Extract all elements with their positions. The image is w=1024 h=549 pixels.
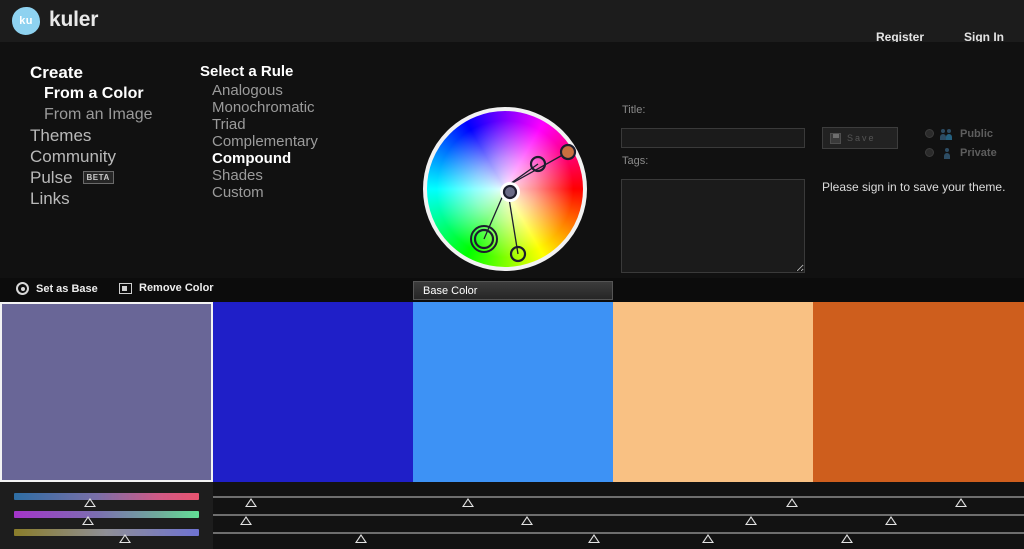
swatch-slider-strip: [0, 482, 1024, 549]
brand-title: kuler: [49, 8, 99, 31]
slider-column-2: [213, 482, 413, 549]
nav-item-pulse[interactable]: Pulse BETA: [30, 167, 190, 188]
kuler-app: ku kuler Register Sign In Create From a …: [0, 0, 1024, 549]
rule-item-triad[interactable]: Triad: [200, 116, 400, 133]
brightness-slider-handle[interactable]: [841, 534, 854, 543]
private-label: Private: [960, 146, 997, 159]
public-radio[interactable]: [925, 129, 934, 138]
brightness-slider[interactable]: [213, 532, 413, 534]
saturation-slider[interactable]: [413, 514, 613, 516]
tags-label: Tags:: [622, 155, 649, 167]
saturation-slider-handle[interactable]: [744, 516, 757, 525]
set-as-base-label: Set as Base: [36, 282, 98, 295]
swatch-2[interactable]: [213, 302, 413, 482]
save-button[interactable]: Save: [822, 127, 898, 149]
rule-item-analogous[interactable]: Analogous: [200, 82, 400, 99]
remove-color-button[interactable]: Remove Color: [119, 282, 214, 294]
marker-orange[interactable]: [559, 143, 577, 161]
swatch-strip: [0, 302, 1024, 482]
privacy-options: Public Private: [925, 124, 997, 162]
color-wheel[interactable]: [423, 107, 587, 271]
hue-slider-handle[interactable]: [954, 498, 967, 507]
sign-in-notice: Please sign in to save your theme.: [822, 180, 1006, 194]
base-color-tab[interactable]: Base Color: [413, 281, 613, 300]
rule-item-shades[interactable]: Shades: [200, 167, 400, 184]
hue-slider-handle[interactable]: [83, 498, 96, 507]
rule-selector-title: Select a Rule: [200, 63, 294, 80]
color-wheel-markers[interactable]: [423, 107, 587, 271]
kuler-logo-icon[interactable]: ku: [12, 7, 40, 35]
hue-slider[interactable]: [14, 493, 199, 500]
person-icon: [940, 147, 954, 159]
privacy-option-private[interactable]: Private: [925, 143, 997, 162]
floppy-disk-icon: [830, 132, 841, 144]
brightness-slider-handle[interactable]: [587, 534, 600, 543]
title-input[interactable]: [621, 128, 805, 148]
swatch-1[interactable]: [0, 302, 213, 482]
nav-item-links[interactable]: Links: [30, 188, 190, 209]
rule-selector: Select a Rule Analogous Monochromatic Tr…: [200, 62, 400, 201]
hue-slider-handle[interactable]: [245, 498, 258, 507]
rule-item-compound[interactable]: Compound: [200, 150, 400, 167]
hue-slider[interactable]: [413, 496, 613, 498]
brightness-slider[interactable]: [14, 529, 199, 536]
nav-item-themes[interactable]: Themes: [30, 125, 190, 146]
tags-input[interactable]: [621, 179, 805, 273]
slider-column-1: [0, 482, 213, 549]
nav-item-pulse-label: Pulse: [30, 168, 73, 187]
beta-badge: BETA: [82, 171, 114, 184]
saturation-slider[interactable]: [813, 514, 1024, 516]
remove-swatch-icon: [119, 282, 132, 294]
title-label: Title:: [622, 104, 646, 116]
rule-item-complementary[interactable]: Complementary: [200, 133, 400, 150]
base-color-tab-label: Base Color: [423, 284, 478, 297]
main-nav: Create From a Color From an Image Themes…: [30, 62, 190, 209]
saturation-slider-handle[interactable]: [520, 516, 533, 525]
public-label: Public: [960, 127, 994, 140]
brightness-slider-handle[interactable]: [355, 534, 368, 543]
set-as-base-button[interactable]: Set as Base: [16, 282, 98, 295]
private-radio[interactable]: [925, 148, 934, 157]
hue-slider[interactable]: [813, 496, 1024, 498]
hue-slider-handle[interactable]: [786, 498, 799, 507]
slider-column-3: [413, 482, 613, 549]
swatch-3[interactable]: [413, 302, 613, 482]
logo-icon-text: ku: [19, 15, 33, 27]
slider-column-5: [813, 482, 1024, 549]
saturation-slider[interactable]: [613, 514, 813, 516]
saturation-slider-handle[interactable]: [885, 516, 898, 525]
hue-slider[interactable]: [613, 496, 813, 498]
saturation-slider[interactable]: [14, 511, 199, 518]
brightness-slider-handle[interactable]: [119, 534, 131, 543]
nav-item-from-a-color[interactable]: From a Color: [30, 83, 190, 104]
nav-item-community[interactable]: Community: [30, 146, 190, 167]
hue-slider-handle[interactable]: [462, 498, 475, 507]
editor-panel: Create From a Color From an Image Themes…: [0, 42, 1024, 303]
hue-slider[interactable]: [213, 496, 413, 498]
app-header: ku kuler Register Sign In: [0, 0, 1024, 44]
save-button-label: Save: [847, 133, 876, 143]
privacy-option-public[interactable]: Public: [925, 124, 997, 143]
swatch-4[interactable]: [613, 302, 813, 482]
saturation-slider-handle[interactable]: [239, 516, 252, 525]
nav-item-from-an-image[interactable]: From an Image: [30, 104, 190, 125]
brightness-slider[interactable]: [413, 532, 613, 534]
marker-base[interactable]: [502, 184, 518, 200]
slider-column-4: [613, 482, 813, 549]
remove-color-label: Remove Color: [139, 282, 214, 294]
target-ring-icon: [16, 282, 29, 295]
nav-item-create[interactable]: Create: [30, 62, 190, 83]
rule-item-monochromatic[interactable]: Monochromatic: [200, 99, 400, 116]
swatch-5[interactable]: [813, 302, 1024, 482]
rule-item-custom[interactable]: Custom: [200, 184, 400, 201]
people-group-icon: [940, 128, 954, 140]
brightness-slider-handle[interactable]: [701, 534, 714, 543]
saturation-slider-handle[interactable]: [82, 516, 94, 525]
